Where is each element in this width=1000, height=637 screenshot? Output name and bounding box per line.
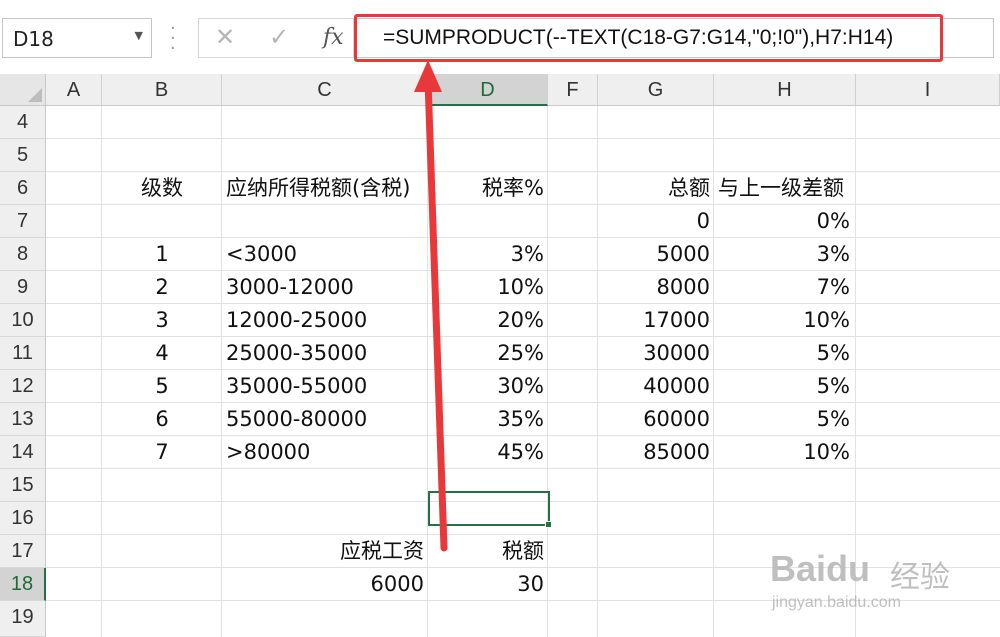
fill-handle[interactable] <box>545 521 552 528</box>
cell-g11[interactable]: 30000 <box>598 337 710 370</box>
formula-bar-buttons: ✕ ✓ fx <box>198 18 354 58</box>
row-header-6[interactable]: 6 <box>0 172 46 205</box>
cell-c13[interactable]: 55000-80000 <box>226 403 426 436</box>
cell-c14[interactable]: >80000 <box>226 436 426 469</box>
cell-d10[interactable]: 20% <box>428 304 544 337</box>
cell-h13[interactable]: 5% <box>714 403 850 436</box>
row-header-4[interactable]: 4 <box>0 106 46 139</box>
formula-highlight-annotation <box>354 14 943 62</box>
cell-b14[interactable]: 7 <box>102 436 222 469</box>
cell-h10[interactable]: 10% <box>714 304 850 337</box>
row-header-8[interactable]: 8 <box>0 238 46 271</box>
cancel-icon[interactable]: ✕ <box>215 23 235 51</box>
column-header-d[interactable]: D <box>428 74 548 106</box>
name-box[interactable]: D18 ▼ <box>2 18 152 58</box>
cell-d12[interactable]: 30% <box>428 370 544 403</box>
cell-g8[interactable]: 5000 <box>598 238 710 271</box>
row-header-12[interactable]: 12 <box>0 370 46 403</box>
cell-c18[interactable]: 6000 <box>222 568 424 601</box>
cell-h11[interactable]: 5% <box>714 337 850 370</box>
column-header-b[interactable]: B <box>102 74 222 106</box>
row-header-11[interactable]: 11 <box>0 337 46 370</box>
column-header-h[interactable]: H <box>714 74 856 106</box>
cell-g6[interactable]: 总额 <box>598 172 710 205</box>
watermark-url: jingyan.baidu.com <box>772 594 901 611</box>
cell-c6[interactable]: 应纳所得税额(含税) <box>226 172 426 205</box>
row-header-7[interactable]: 7 <box>0 205 46 238</box>
cell-b9[interactable]: 2 <box>102 271 222 304</box>
cell-g14[interactable]: 85000 <box>598 436 710 469</box>
cell-d9[interactable]: 10% <box>428 271 544 304</box>
cell-h7[interactable]: 0% <box>714 205 850 238</box>
row-header-18[interactable]: 18 <box>0 568 46 601</box>
cell-c9[interactable]: 3000-12000 <box>226 271 426 304</box>
formula-bar: D18 ▼ · · · ✕ ✓ fx =SUMPRODUCT(--TEXT(C18-… <box>0 0 1000 76</box>
cell-h9[interactable]: 7% <box>714 271 850 304</box>
column-header-i[interactable]: I <box>856 74 1000 106</box>
cell-d11[interactable]: 25% <box>428 337 544 370</box>
column-header-a[interactable]: A <box>46 74 102 106</box>
formula-bar-grip-icon[interactable]: · · · <box>170 20 180 58</box>
cell-d6[interactable]: 税率% <box>428 172 544 205</box>
cell-c12[interactable]: 35000-55000 <box>226 370 426 403</box>
cell-c10[interactable]: 12000-25000 <box>226 304 426 337</box>
row-header-5[interactable]: 5 <box>0 139 46 172</box>
column-header-f[interactable]: F <box>548 74 598 106</box>
name-box-value: D18 <box>13 27 54 51</box>
cell-g7[interactable]: 0 <box>598 205 710 238</box>
insert-function-icon[interactable]: fx <box>323 25 344 50</box>
cell-g13[interactable]: 60000 <box>598 403 710 436</box>
row-header-9[interactable]: 9 <box>0 271 46 304</box>
cell-b12[interactable]: 5 <box>102 370 222 403</box>
cell-g9[interactable]: 8000 <box>598 271 710 304</box>
cell-b13[interactable]: 6 <box>102 403 222 436</box>
cell-c8[interactable]: <3000 <box>226 238 426 271</box>
enter-icon[interactable]: ✓ <box>269 23 289 51</box>
watermark-logo: Baidu <box>770 548 871 589</box>
cell-c17[interactable]: 应税工资 <box>222 535 424 568</box>
name-box-dropdown-icon[interactable]: ▼ <box>135 29 143 42</box>
row-header-16[interactable]: 16 <box>0 502 46 535</box>
select-all-corner[interactable] <box>0 74 46 106</box>
row-header-17[interactable]: 17 <box>0 535 46 568</box>
cell-h8[interactable]: 3% <box>714 238 850 271</box>
cell-d17[interactable]: 税额 <box>428 535 544 568</box>
cell-d8[interactable]: 3% <box>428 238 544 271</box>
baidu-watermark: Baidu 经验 jingyan.baidu.com <box>770 548 990 628</box>
row-header-10[interactable]: 10 <box>0 304 46 337</box>
cell-b8[interactable]: 1 <box>102 238 222 271</box>
cell-b10[interactable]: 3 <box>102 304 222 337</box>
row-header-15[interactable]: 15 <box>0 469 46 502</box>
active-cell-selection <box>428 491 550 526</box>
cell-b11[interactable]: 4 <box>102 337 222 370</box>
cell-g10[interactable]: 17000 <box>598 304 710 337</box>
column-header-c[interactable]: C <box>222 74 428 106</box>
cell-h6[interactable]: 与上一级差额 <box>718 172 854 205</box>
watermark-cn: 经验 <box>890 560 950 595</box>
column-header-g[interactable]: G <box>598 74 714 106</box>
row-header-14[interactable]: 14 <box>0 436 46 469</box>
cell-g12[interactable]: 40000 <box>598 370 710 403</box>
row-header-19[interactable]: 19 <box>0 601 46 637</box>
row-header-13[interactable]: 13 <box>0 403 46 436</box>
cell-b6[interactable]: 级数 <box>102 172 222 205</box>
cell-d13[interactable]: 35% <box>428 403 544 436</box>
cell-h14[interactable]: 10% <box>714 436 850 469</box>
cell-d18[interactable]: 30 <box>428 568 544 601</box>
cell-d14[interactable]: 45% <box>428 436 544 469</box>
cell-h12[interactable]: 5% <box>714 370 850 403</box>
cell-c11[interactable]: 25000-35000 <box>226 337 426 370</box>
